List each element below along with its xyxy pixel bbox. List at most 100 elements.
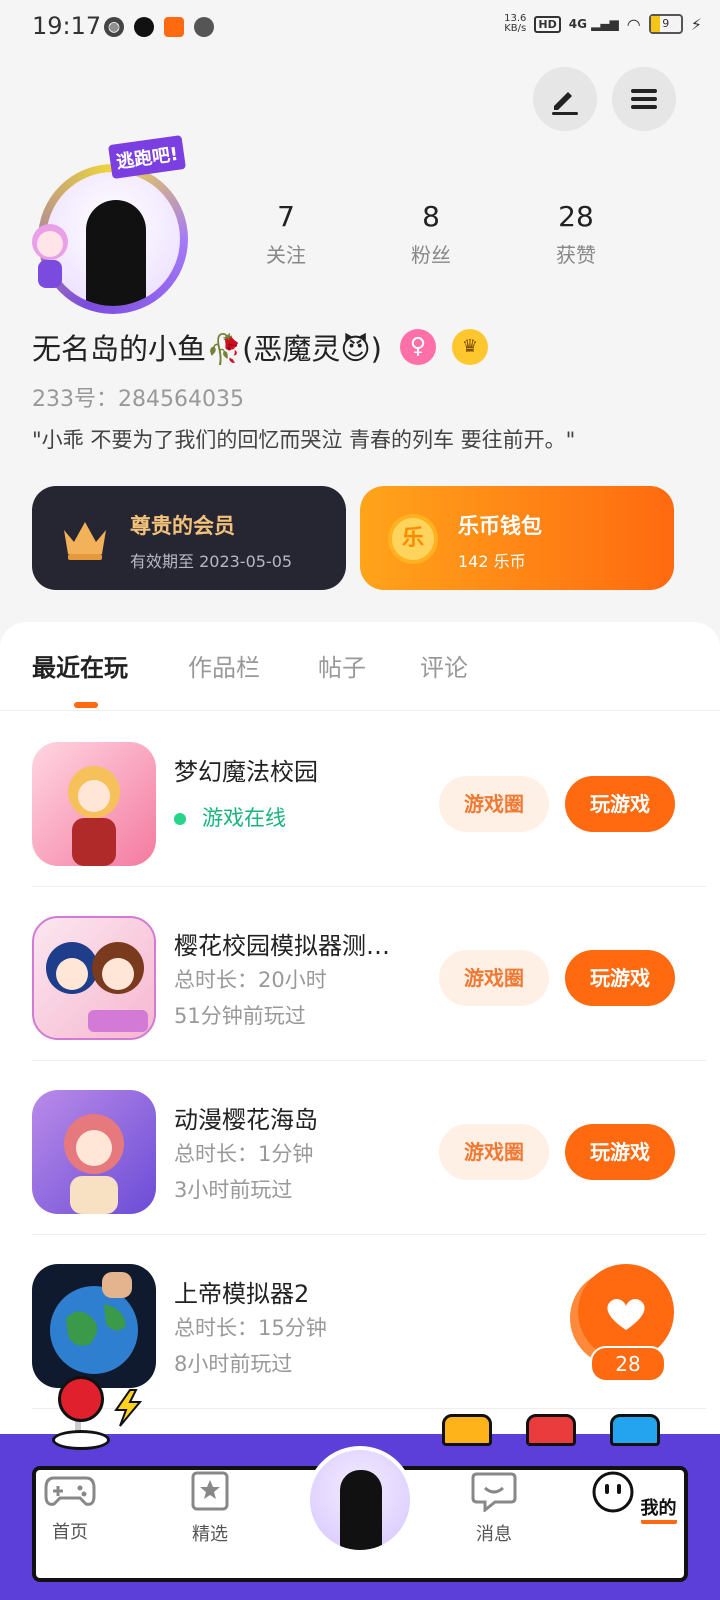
lightning-icon	[114, 1389, 143, 1427]
game-art	[46, 942, 148, 1032]
net-speed: 13.6 KB/s	[504, 14, 526, 34]
stat-value: 28	[558, 200, 594, 233]
online-label: 游戏在线	[202, 806, 286, 830]
game-row[interactable]: 樱花校园模拟器测… 总时长：20小时 51分钟前玩过 游戏圈 玩游戏	[32, 886, 706, 1061]
stat-likes[interactable]: 28 获赞	[531, 200, 621, 268]
game-circle-button[interactable]: 游戏圈	[439, 950, 549, 1006]
tab-bar: 最近在玩 作品栏 帖子 评论	[0, 648, 720, 711]
game-art	[50, 1272, 138, 1374]
chibi-character-icon	[32, 224, 68, 288]
last-played: 51分钟前玩过	[174, 1004, 306, 1028]
nav-mine[interactable]: 我的	[584, 1470, 684, 1524]
play-duration: 总时长：20小时	[174, 968, 327, 992]
online-status: 游戏在线	[174, 802, 286, 832]
female-icon: ♀	[399, 329, 436, 365]
game-art	[64, 1114, 124, 1214]
tab-indicator	[74, 702, 98, 708]
joystick-icon	[58, 1376, 104, 1422]
avatar-frame-badge: 逃跑吧!	[107, 135, 187, 179]
center-avatar-button[interactable]	[306, 1446, 414, 1554]
app-icon	[164, 17, 184, 37]
game-name: 上帝模拟器2	[174, 1280, 310, 1308]
play-game-button[interactable]: 玩游戏	[565, 950, 675, 1006]
game-name: 樱花校园模拟器测…	[174, 932, 390, 960]
game-icon	[32, 916, 156, 1040]
nav-home-label: 首页	[52, 1522, 88, 1543]
edit-button[interactable]	[533, 67, 597, 131]
last-played: 3小时前玩过	[174, 1178, 293, 1202]
tab-comments[interactable]: 评论	[420, 648, 468, 683]
game-icon	[32, 1090, 156, 1214]
menu-button[interactable]	[612, 67, 676, 131]
battery-level: 9	[662, 17, 670, 30]
gamepad-icon	[44, 1476, 96, 1506]
tab-posts[interactable]: 帖子	[318, 648, 366, 683]
tab-recent[interactable]: 最近在玩	[32, 648, 128, 683]
stat-value: 8	[422, 200, 440, 233]
arcade-button-blue-icon	[610, 1414, 660, 1446]
game-row[interactable]: 动漫樱花海岛 总时长：1分钟 3小时前玩过 游戏圈 玩游戏	[32, 1060, 706, 1235]
stat-label: 获赞	[556, 243, 596, 267]
stat-value: 7	[277, 200, 295, 233]
joystick-base	[52, 1430, 110, 1450]
last-played: 8小时前玩过	[174, 1352, 293, 1376]
game-name: 动漫樱花海岛	[174, 1106, 318, 1134]
charging-icon: ⚡	[690, 14, 702, 34]
play-game-button[interactable]: 玩游戏	[565, 776, 675, 832]
stat-label: 关注	[266, 243, 306, 267]
bottom-navigation: 首页 精选 消息 我的	[0, 1376, 720, 1600]
center-avatar-figure	[340, 1470, 382, 1550]
game-circle-button[interactable]: 游戏圈	[439, 776, 549, 832]
crown-icon	[64, 522, 106, 560]
game-circle-button[interactable]: 游戏圈	[439, 1124, 549, 1180]
game-icon	[32, 742, 156, 866]
game-row[interactable]: 梦幻魔法校园 游戏在线 游戏圈 玩游戏	[32, 712, 706, 887]
crown-icon[interactable]: ♛	[451, 329, 488, 365]
wallet-title: 乐币钱包	[458, 514, 542, 538]
play-duration: 总时长：15分钟	[174, 1316, 327, 1340]
stat-following[interactable]: 7 关注	[241, 200, 331, 268]
wifi-icon: ◠	[626, 14, 641, 34]
vip-expiry: 有效期至 2023-05-05	[130, 552, 293, 571]
nickname: 无名岛的小鱼🥀(恶魔灵😈)	[32, 332, 382, 366]
stat-followers[interactable]: 8 粉丝	[386, 200, 476, 268]
vip-title: 尊贵的会员	[130, 514, 235, 538]
hd-icon: HD	[534, 15, 561, 33]
user-id: 233号：284564035	[32, 387, 244, 412]
face-icon	[592, 1471, 634, 1513]
status-bar: 19:17 ◍ 13.6 KB/s HD 4G ▂▄▆ ◠ 9 ⚡	[0, 0, 720, 56]
play-duration: 总时长：1分钟	[174, 1142, 314, 1166]
tab-works[interactable]: 作品栏	[188, 648, 260, 683]
wallet-balance: 142 乐币	[458, 552, 526, 571]
vip-card[interactable]: 尊贵的会员 有效期至 2023-05-05	[32, 486, 346, 590]
nickname-row: 无名岛的小鱼🥀(恶魔灵😈) ♀ ♛	[32, 326, 488, 368]
nav-mine-label: 我的	[640, 1494, 677, 1524]
online-dot-icon	[174, 813, 186, 825]
wallet-card[interactable]: 乐 乐币钱包 142 乐币	[360, 486, 674, 590]
arcade-button-yellow-icon	[442, 1414, 492, 1446]
avatar[interactable]: 逃跑吧!	[24, 135, 204, 314]
wechat-icon	[194, 17, 214, 37]
game-name: 梦幻魔法校园	[174, 758, 318, 786]
edit-icon	[552, 92, 578, 115]
chat-bubble-icon	[471, 1472, 517, 1514]
nav-featured[interactable]: 精选	[160, 1470, 260, 1546]
signal-label: 4G	[568, 17, 587, 31]
nav-home[interactable]: 首页	[20, 1470, 120, 1544]
net-speed-unit: KB/s	[504, 23, 527, 34]
signature: "小乖 不要为了我们的回忆而哭泣 青春的列车 要往前开。"	[32, 428, 576, 452]
battery-icon: 9	[648, 14, 683, 34]
star-card-icon	[191, 1471, 229, 1511]
qq-icon	[134, 17, 154, 37]
signal-icon: 4G ▂▄▆	[568, 17, 619, 31]
clock: 19:17	[32, 12, 102, 40]
stat-label: 粉丝	[411, 243, 451, 267]
play-game-button[interactable]: 玩游戏	[565, 1124, 675, 1180]
avatar-figure	[86, 200, 146, 306]
coin-icon: 乐	[388, 514, 438, 564]
nav-messages-label: 消息	[476, 1524, 512, 1545]
globe-icon: ◍	[104, 17, 124, 37]
arcade-button-red-icon	[526, 1414, 576, 1446]
game-icon	[32, 1264, 156, 1388]
nav-messages[interactable]: 消息	[444, 1470, 544, 1546]
